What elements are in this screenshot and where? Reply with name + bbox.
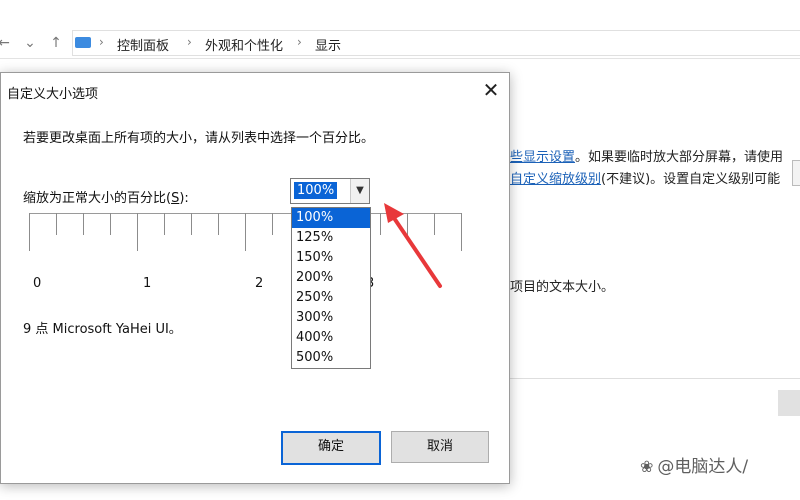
body-line-1: 些显示设置。如果要临时放大部分屏幕，请使用 [510,150,784,165]
chevron-down-icon[interactable]: ▼ [350,179,369,203]
dropdown-option[interactable]: 300% [292,308,370,328]
ruler-tick [407,213,408,235]
up-arrow-icon[interactable]: ↑ [46,33,66,53]
ruler-number: 0 [33,276,42,291]
ruler-number: 2 [255,276,264,291]
dropdown-option[interactable]: 100% [292,208,370,228]
ruler-tick [29,213,30,251]
ruler-tick [83,213,84,235]
combobox-value: 100% [294,182,338,199]
divider [510,378,800,379]
scale-combobox[interactable]: 100% ▼ [290,178,370,204]
display-settings-link[interactable]: 些显示设置 [510,150,575,165]
address-box[interactable]: › 控制面板 › 外观和个性化 › 显示 [72,30,800,56]
ruler-tick [218,213,219,235]
ruler-tick [191,213,192,235]
custom-size-dialog: 自定义大小选项 ✕ 若要更改桌面上所有项的大小，请从列表中选择一个百分比。 缩放… [0,72,510,484]
ruler-tick [434,213,435,235]
paw-icon: ❀ [640,457,654,476]
breadcrumb-display[interactable]: 显示 [315,35,341,54]
instruction-text: 若要更改桌面上所有项的大小，请从列表中选择一个百分比。 [23,131,375,146]
font-info-text: 9 点 Microsoft YaHei UI。 [23,322,182,337]
cancel-button[interactable]: 取消 [391,431,489,463]
ruler-tick [110,213,111,235]
scale-label: 缩放为正常大小的百分比(S): [23,191,189,206]
recent-dropdown-icon[interactable]: ⌄ [20,33,40,53]
dropdown-option[interactable]: 400% [292,328,370,348]
dropdown-option[interactable]: 125% [292,228,370,248]
close-icon[interactable]: ✕ [477,77,505,103]
ruler-tick [164,213,165,235]
apply-button-partial[interactable] [778,390,800,416]
ruler-tick [461,213,462,251]
watermark: ❀ @电脑达人/ [640,457,749,477]
address-bar-row: ← ⌄ ↑ › 控制面板 › 外观和个性化 › 显示 [0,28,800,59]
body-line-2: 自定义缩放级别(不建议)。设置自定义级别可能 [510,172,781,187]
dropdown-option[interactable]: 150% [292,248,370,268]
breadcrumb-control-panel[interactable]: 控制面板 [117,35,169,54]
body-line-3: 项目的文本大小。 [510,280,615,295]
side-button[interactable] [792,160,800,186]
ruler-tick [272,213,273,235]
chevron-right-icon: › [297,35,302,49]
scale-ruler[interactable] [29,213,462,253]
chevron-right-icon: › [99,35,104,49]
scale-dropdown-list[interactable]: 100% 125% 150% 200% 250% 300% 400% 500% [291,207,371,369]
custom-scaling-link[interactable]: 自定义缩放级别 [510,172,601,187]
ruler-tick [137,213,138,251]
dropdown-option[interactable]: 200% [292,268,370,288]
dialog-title: 自定义大小选项 [7,87,99,102]
ruler-tick [245,213,246,251]
ruler-number: 1 [143,276,152,291]
dropdown-option[interactable]: 250% [292,288,370,308]
ruler-tick [56,213,57,235]
ruler-tick [380,213,381,235]
breadcrumb-appearance[interactable]: 外观和个性化 [205,35,283,54]
title-strip [0,0,800,28]
control-panel-icon [75,37,91,48]
chevron-right-icon: › [187,35,192,49]
ok-button[interactable]: 确定 [281,431,381,465]
dropdown-option[interactable]: 500% [292,348,370,368]
back-arrow-icon[interactable]: ← [0,33,14,53]
